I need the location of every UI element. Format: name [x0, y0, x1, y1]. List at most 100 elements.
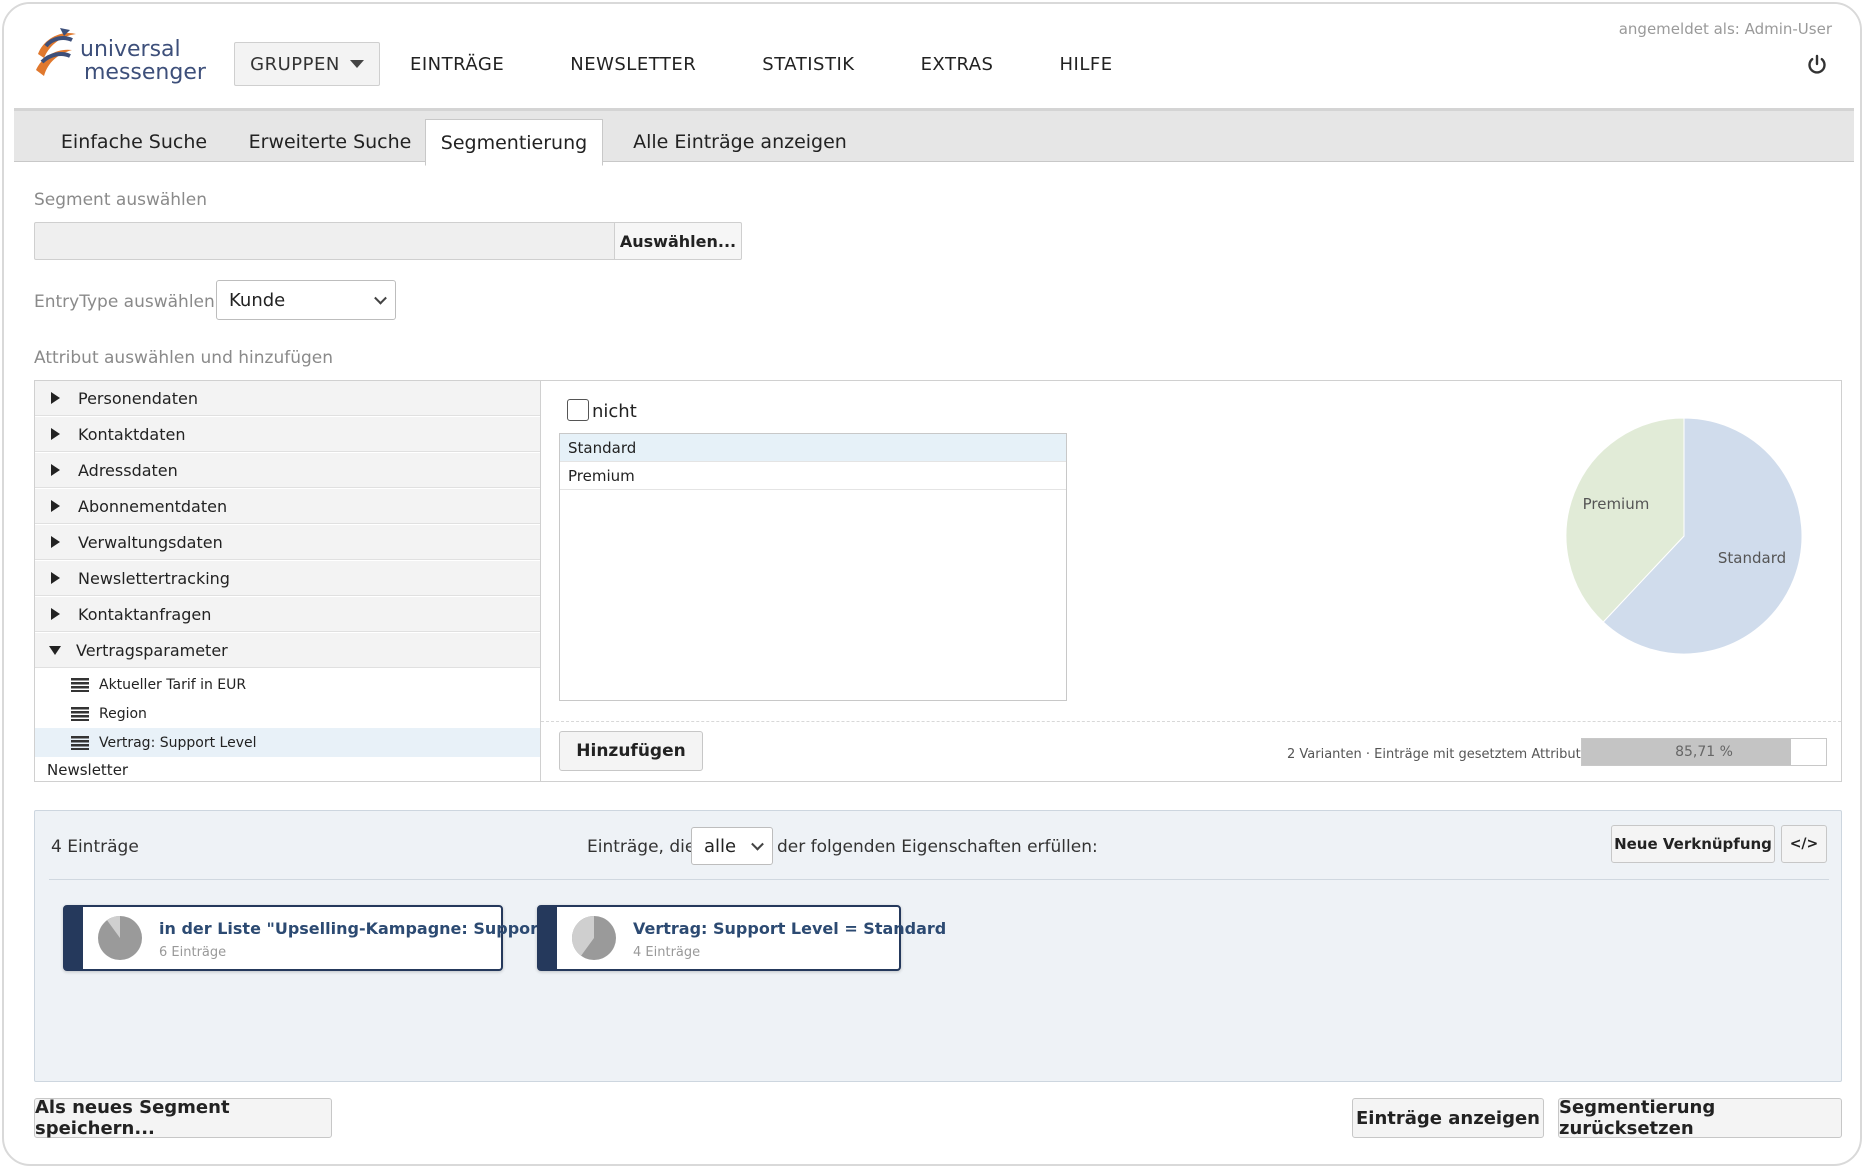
nav-statistics[interactable]: STATISTIK	[762, 54, 854, 75]
tree-item-kontaktanfragen[interactable]: Kontaktanfragen	[35, 597, 540, 632]
triangle-right-icon	[51, 464, 60, 476]
progress-label: 85,71 %	[1675, 744, 1733, 760]
attribute-tree: Personendaten Kontaktdaten Adressdaten A…	[35, 381, 541, 781]
logo-line-2: messenger	[84, 60, 206, 85]
value-option-standard[interactable]: Standard	[560, 434, 1066, 462]
pie-label-premium: Premium	[1583, 495, 1650, 513]
tree-item-verwaltungsdaten[interactable]: Verwaltungsdaten	[35, 525, 540, 560]
tree-item-label: Personendaten	[78, 388, 198, 408]
nav-groups-label: GRUPPEN	[250, 53, 340, 75]
condition-value: alle	[704, 835, 737, 857]
tree-item-newsletter[interactable]: Newsletter	[35, 757, 540, 781]
results-divider	[49, 879, 1829, 880]
power-icon[interactable]	[1806, 54, 1828, 76]
tree-item-kontaktdaten[interactable]: Kontaktdaten	[35, 417, 540, 452]
new-link-button[interactable]: Neue Verknüpfung	[1611, 825, 1775, 863]
entrytype-select[interactable]: Kunde	[216, 280, 396, 320]
tree-item-personendaten[interactable]: Personendaten	[35, 381, 540, 416]
attribute-label: Attribut auswählen und hinzufügen	[34, 348, 334, 368]
nav-groups-dropdown[interactable]: GRUPPEN	[234, 42, 380, 86]
list-icon	[71, 677, 89, 692]
triangle-right-icon	[51, 608, 60, 620]
card-title: in der Liste "Upselling-Kampagne: Suppor…	[159, 919, 555, 938]
attribute-values-list[interactable]: Standard Premium	[559, 433, 1067, 701]
nav-newsletter[interactable]: NEWSLETTER	[570, 54, 696, 75]
triangle-down-icon	[49, 645, 61, 655]
triangle-right-icon	[51, 428, 60, 440]
tree-leaf-label: Region	[99, 705, 147, 722]
attribute-progress-bar: 85,71 %	[1581, 738, 1827, 766]
tab-advanced-search[interactable]: Erweiterte Suche	[236, 119, 424, 165]
logo-line-1: universal	[80, 37, 181, 62]
tree-item-label: Kontaktdaten	[78, 424, 186, 444]
condition-select[interactable]: alle	[691, 827, 773, 865]
card-count: 4 Einträge	[633, 945, 701, 960]
tab-simple-search[interactable]: Einfache Suche	[44, 119, 224, 165]
not-checkbox[interactable]	[567, 399, 589, 421]
segment-input[interactable]	[34, 222, 616, 260]
list-icon	[71, 706, 89, 721]
reset-segmentation-button[interactable]: Segmentierung zurücksetzen	[1558, 1097, 1842, 1139]
main-nav: GRUPPEN EINTRÄGE NEWSLETTER STATISTIK EX…	[234, 42, 1113, 86]
tree-leaf-tarif[interactable]: Aktueller Tarif in EUR	[35, 670, 540, 699]
attribute-panel: Personendaten Kontaktdaten Adressdaten A…	[34, 380, 1842, 782]
entrytype-label: EntryType auswählen	[34, 292, 215, 312]
triangle-right-icon	[51, 572, 60, 584]
variants-text: 2 Varianten · Einträge mit gesetztem Att…	[1287, 747, 1586, 762]
logo-wordmark: universal messenger	[80, 38, 206, 84]
tab-segmentation[interactable]: Segmentierung	[425, 119, 603, 166]
condition-card[interactable]: in der Liste "Upselling-Kampagne: Suppor…	[63, 905, 554, 971]
search-tabs: Einfache Suche Erweiterte Suche Segmenti…	[14, 108, 1854, 166]
tree-item-label: Adressdaten	[78, 460, 178, 480]
attribute-pie-chart: Standard Premium	[1565, 417, 1803, 655]
tree-item-label: Newslettertracking	[78, 568, 230, 588]
triangle-right-icon	[51, 536, 60, 548]
tree-leaf-region[interactable]: Region	[35, 699, 540, 728]
app-window: universal messenger GRUPPEN EINTRÄGE NEW…	[2, 2, 1862, 1166]
tree-item-vertragsparameter[interactable]: Vertragsparameter	[35, 633, 540, 668]
save-segment-button[interactable]: Als neues Segment speichern...	[34, 1097, 332, 1139]
value-option-premium[interactable]: Premium	[560, 462, 1066, 490]
condition-prefix: Einträge, die	[587, 837, 696, 857]
tree-item-abonnementdaten[interactable]: Abonnementdaten	[35, 489, 540, 524]
list-icon	[71, 735, 89, 750]
card-stripe	[539, 907, 557, 969]
top-header: universal messenger GRUPPEN EINTRÄGE NEW…	[4, 4, 1860, 108]
condition-suffix: der folgenden Eigenschaften erfüllen:	[777, 837, 1098, 857]
caret-down-icon	[349, 60, 364, 68]
card-pie-icon	[98, 916, 142, 960]
nav-extras[interactable]: EXTRAS	[921, 54, 994, 75]
card-count: 6 Einträge	[159, 945, 227, 960]
tree-item-label: Vertragsparameter	[76, 640, 228, 660]
entrytype-value: Kunde	[229, 289, 286, 311]
tree-leaf-label: Aktueller Tarif in EUR	[99, 676, 247, 693]
logo-mark-icon	[36, 28, 76, 76]
tree-item-newslettertracking[interactable]: Newslettertracking	[35, 561, 540, 596]
tree-item-label: Verwaltungsdaten	[78, 532, 223, 552]
segment-label: Segment auswählen	[34, 190, 208, 210]
tree-leaf-label: Vertrag: Support Level	[99, 734, 257, 751]
logo[interactable]: universal messenger	[32, 24, 206, 88]
tree-item-label: Kontaktanfragen	[78, 604, 212, 624]
condition-card[interactable]: Vertrag: Support Level = Standard 4 Eint…	[537, 905, 946, 971]
not-label: nicht	[592, 401, 637, 422]
results-panel: 4 Einträge Einträge, die alle der folgen…	[34, 810, 1842, 1082]
card-pie-icon	[572, 916, 616, 960]
card-stripe	[65, 907, 83, 969]
segment-select-button[interactable]: Auswählen...	[614, 222, 742, 260]
show-entries-button[interactable]: Einträge anzeigen	[1352, 1098, 1544, 1138]
chevron-down-icon	[751, 837, 764, 851]
tree-leaf-support-level[interactable]: Vertrag: Support Level	[35, 728, 540, 757]
results-count: 4 Einträge	[51, 837, 139, 857]
tree-item-adressdaten[interactable]: Adressdaten	[35, 453, 540, 488]
nav-entries[interactable]: EINTRÄGE	[410, 54, 504, 75]
code-button[interactable]: </>	[1781, 825, 1827, 863]
nav-help[interactable]: HILFE	[1059, 54, 1112, 75]
tab-all-entries[interactable]: Alle Einträge anzeigen	[624, 119, 856, 165]
add-button[interactable]: Hinzufügen	[559, 731, 703, 771]
pie-label-standard: Standard	[1718, 549, 1786, 567]
login-status: angemeldet als: Admin-User	[1618, 20, 1832, 38]
triangle-right-icon	[51, 392, 60, 404]
tree-item-label: Abonnementdaten	[78, 496, 228, 516]
card-title: Vertrag: Support Level = Standard	[633, 919, 947, 938]
